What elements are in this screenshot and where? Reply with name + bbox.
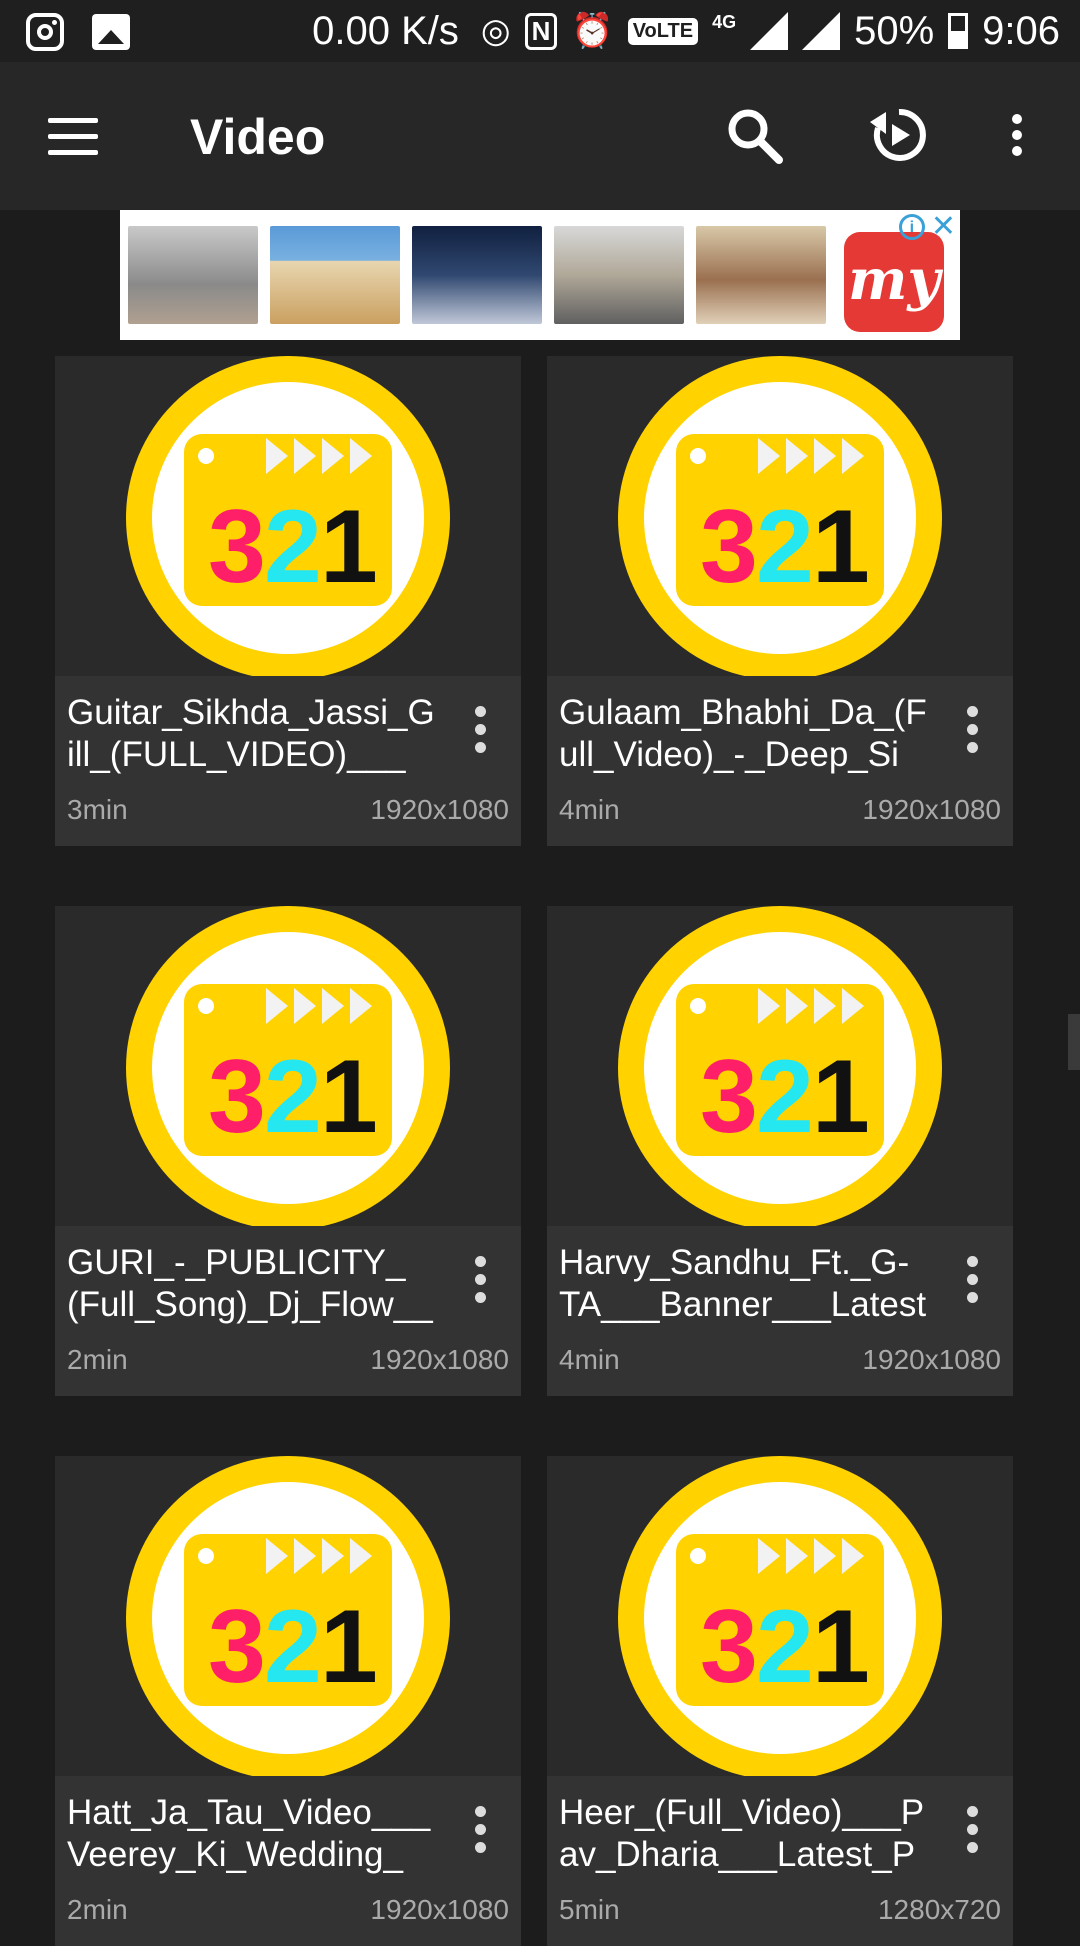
more-vert-icon[interactable] (473, 1806, 487, 1860)
video-resolution: 1920x1080 (862, 794, 1001, 825)
menu-icon[interactable] (48, 118, 98, 156)
video-resolution: 1920x1080 (370, 794, 509, 825)
scrollbar[interactable] (1068, 1014, 1080, 1070)
page-title: Video (190, 109, 326, 165)
hotspot-icon: ◎ (480, 12, 511, 50)
video-card[interactable]: 3 2 1 Heer_(Full_Video)___Pav_Dharia___L… (547, 1456, 1013, 1946)
video-thumbnail[interactable]: 3 2 1 (547, 1456, 1013, 1780)
video-title: Harvy_Sandhu_Ft._G-TA___Banner___Latest_… (559, 1243, 927, 1324)
video-title: Gulaam_Bhabhi_Da_(Full_Video)_-_Deep_Sid… (559, 693, 927, 774)
ad-image (412, 226, 542, 324)
battery-percent: 50% (854, 8, 935, 53)
ad-image (696, 226, 826, 324)
video-card[interactable]: 3 2 1 Gulaam_Bhabhi_Da_(Full_Video)_-_De… (547, 356, 1013, 846)
video-info: Gulaam_Bhabhi_Da_(Full_Video)_-_Deep_Sid… (547, 676, 1013, 846)
ad-image (270, 226, 400, 324)
search-icon[interactable] (725, 106, 783, 164)
more-vert-icon[interactable] (473, 706, 487, 760)
brand-logo: my (844, 232, 944, 332)
video-title: Heer_(Full_Video)___Pav_Dharia___Latest_… (559, 1793, 925, 1874)
video-card[interactable]: 3 2 1 Hatt_Ja_Tau_Video___Veerey_Ki_Wedd… (55, 1456, 521, 1946)
battery-icon (948, 13, 969, 49)
status-bar: 0.00 K/s ◎ N ⏰ VoLTE 4G 50% 9:06 (0, 0, 1080, 62)
video-card[interactable]: 3 2 1 Harvy_Sandhu_Ft._G-TA___Banner___L… (547, 906, 1013, 1396)
ad-banner[interactable]: my i ✕ (120, 210, 960, 340)
app-logo-icon: 3 2 1 (126, 356, 450, 680)
clock: 9:06 (982, 8, 1060, 53)
instagram-icon (26, 13, 64, 51)
video-info: GURI_-_PUBLICITY_(Full_Song)_Dj_Flow___S… (55, 1226, 521, 1396)
video-title: Guitar_Sikhda_Jassi_Gill_(FULL_VIDEO)___… (67, 693, 435, 774)
more-vert-icon[interactable] (1010, 114, 1024, 160)
more-vert-icon[interactable] (965, 1256, 979, 1310)
replay-icon[interactable] (868, 104, 930, 166)
video-thumbnail[interactable]: 3 2 1 (547, 356, 1013, 680)
network-speed: 0.00 K/s (312, 8, 459, 53)
video-thumbnail[interactable]: 3 2 1 (547, 906, 1013, 1230)
volte-badge: VoLTE (627, 17, 699, 45)
ad-info-icon[interactable]: i (898, 214, 925, 240)
video-info: Harvy_Sandhu_Ft._G-TA___Banner___Latest_… (547, 1226, 1013, 1396)
close-icon[interactable]: ✕ (931, 212, 956, 242)
video-resolution: 1920x1080 (370, 1894, 509, 1925)
app-bar: Video (0, 62, 1080, 210)
video-thumbnail[interactable]: 3 2 1 (55, 906, 521, 1230)
app-logo-icon: 3 2 1 (126, 1456, 450, 1780)
ad-image (128, 226, 258, 324)
video-duration: 3min (67, 794, 128, 825)
video-card[interactable]: 3 2 1 Guitar_Sikhda_Jassi_Gill_(FULL_VID… (55, 356, 521, 846)
ad-image (554, 226, 684, 324)
video-duration: 2min (67, 1894, 128, 1925)
app-logo-icon: 3 2 1 (618, 906, 942, 1230)
video-info: Hatt_Ja_Tau_Video___Veerey_Ki_Wedding__.… (55, 1776, 521, 1946)
video-resolution: 1280x720 (877, 1894, 1001, 1925)
video-info: Guitar_Sikhda_Jassi_Gill_(FULL_VIDEO)___… (55, 676, 521, 846)
signal-icon (750, 12, 789, 50)
network-type: 4G (712, 12, 737, 32)
video-duration: 4min (559, 794, 620, 825)
signal-icon-2 (802, 12, 841, 50)
video-resolution: 1920x1080 (370, 1344, 509, 1375)
alarm-icon: ⏰ (571, 12, 614, 50)
gallery-icon (92, 14, 130, 50)
app-logo-icon: 3 2 1 (618, 356, 942, 680)
video-duration: 2min (67, 1344, 128, 1375)
more-vert-icon[interactable] (965, 706, 979, 760)
video-thumbnail[interactable]: 3 2 1 (55, 1456, 521, 1780)
video-title: GURI_-_PUBLICITY_(Full_Song)_Dj_Flow___S… (67, 1243, 433, 1324)
video-duration: 5min (559, 1894, 620, 1925)
video-thumbnail[interactable]: 3 2 1 (55, 356, 521, 680)
video-resolution: 1920x1080 (862, 1344, 1001, 1375)
more-vert-icon[interactable] (965, 1806, 979, 1860)
app-logo-icon: 3 2 1 (126, 906, 450, 1230)
video-card[interactable]: 3 2 1 GURI_-_PUBLICITY_(Full_Song)_Dj_Fl… (55, 906, 521, 1396)
nfc-icon: N (524, 12, 558, 50)
video-title: Hatt_Ja_Tau_Video___Veerey_Ki_Wedding__.… (67, 1793, 431, 1874)
more-vert-icon[interactable] (473, 1256, 487, 1310)
video-info: Heer_(Full_Video)___Pav_Dharia___Latest_… (547, 1776, 1013, 1946)
app-logo-icon: 3 2 1 (618, 1456, 942, 1780)
video-duration: 4min (559, 1344, 620, 1375)
